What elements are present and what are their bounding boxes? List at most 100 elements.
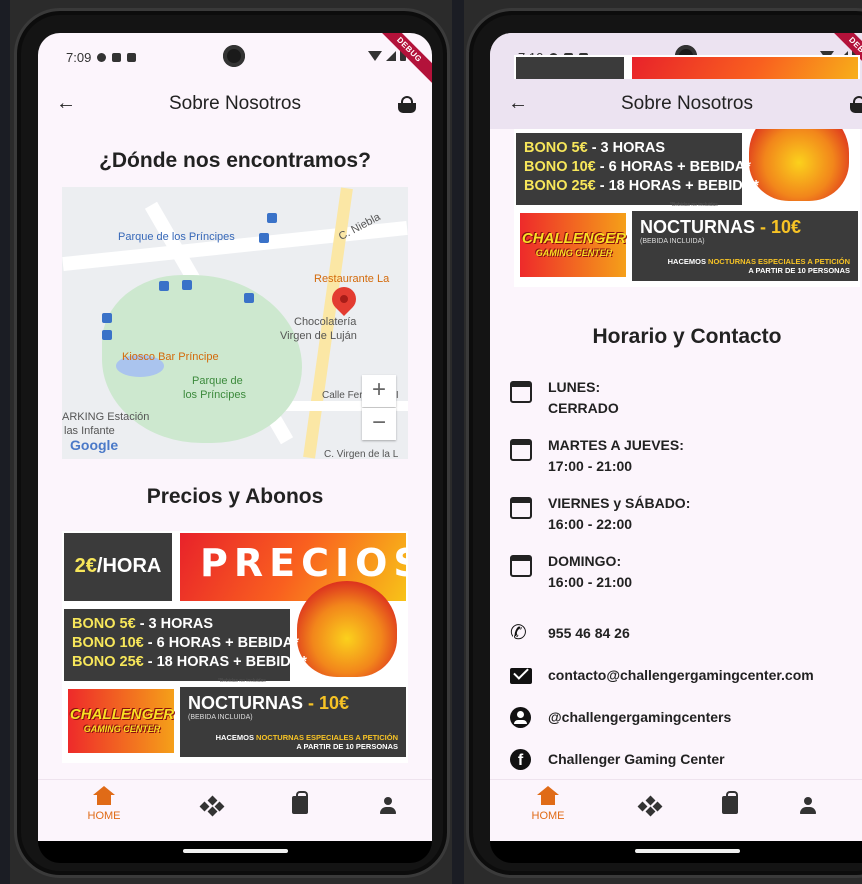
challenger-logo-sub: GAMING CENTER [83,724,161,734]
contact-phone: 955 46 84 26 [548,625,630,641]
schedule-row: MARTES A JUEVES: 17:00 - 21:00 [510,435,862,479]
zoom-in-button[interactable]: + [362,375,396,407]
price-per-hour: 2€/HORA [64,555,172,578]
nav-home[interactable]: HOME [74,786,134,822]
bono-line: BONO 5€ - 3 HORAS [524,139,734,158]
phone-frame-left: 7:09 DEBUG ← Sobre Nosotros ¿Dónde nos e… [14,8,450,878]
contact-phone-row[interactable]: ✆ 955 46 84 26 [510,623,862,647]
calendar-icon [510,555,532,577]
contact-instagram-row[interactable]: @challengergamingcenters [510,707,862,731]
bono-line: BONO 10€ - 6 HORAS + BEBIDA* [524,158,751,177]
map-label-parking: las Infante [64,425,115,437]
transit-icon [244,293,254,303]
schedule-text: LUNES: CERRADO [548,377,619,419]
shield-icon [97,53,107,62]
schedule-hours: 17:00 - 21:00 [548,458,633,474]
nav-shop[interactable] [700,791,760,814]
bono-line: BONO 10€ - 6 HORAS + BEBIDA* [72,634,299,653]
nocturnas-label: NOCTURNAS [640,217,755,237]
bono-name: BONO 5€ [524,140,588,156]
nocturnas-price: - 10€ [303,693,350,713]
schedule-row: LUNES: CERRADO [510,377,862,421]
bono-detail: - 18 HORAS + BEBIDA* [143,654,307,670]
bonos-footnote: *Bebidas no incluidas [670,202,718,208]
nav-games[interactable] [620,792,680,817]
shopping-basket-icon[interactable] [396,96,418,114]
nocturnas-note: HACEMOS NOCTURNAS ESPECIALES A PETICIÓN [188,733,398,742]
nocturnas-note-2: A PARTIR DE 10 PERSONAS [748,266,850,275]
calendar-icon [510,497,532,519]
home-gesture-pill[interactable] [635,849,740,853]
map-label-kiosco: Kiosco Bar Príncipe [122,351,219,363]
person-icon [799,797,817,815]
phone-icon: ✆ [510,622,527,644]
bonos-box: BONO 5€ - 3 HORAS BONO 10€ - 6 HORAS + B… [64,609,307,681]
nav-home[interactable]: HOME [518,786,578,822]
background-gap [452,0,464,884]
transit-icon [267,213,277,223]
schedule-title: Horario y Contacto [592,325,782,348]
challenger-logo-box: CHALLENGER GAMING CENTER [520,213,626,277]
map-label-park: los Príncipes [183,389,246,401]
contact-email-row[interactable]: contacto@challengergamingcenter.com [510,665,862,689]
phoenix-logo-icon [297,581,397,677]
challenger-logo-main: CHALLENGER [69,706,175,723]
nav-profile[interactable] [358,792,418,815]
bono-line: BONO 25€ - 18 HORAS + BEBIDA* [524,177,759,196]
contact-facebook: Challenger Gaming Center [548,751,725,767]
transit-icon [159,281,169,291]
nav-profile[interactable] [778,792,838,815]
app-bar: ← Sobre Nosotros [490,79,862,129]
bono-detail: - 6 HORAS + BEBIDA* [143,635,299,651]
zoom-out-button[interactable]: − [362,408,396,440]
home-gesture-pill[interactable] [183,849,288,853]
bottom-navigation: HOME [38,779,432,841]
nocturnas-box: NOCTURNAS - 10€ (BEBIDA INCLUIDA) HACEMO… [632,211,858,281]
challenger-logo: CHALLENGER GAMING CENTER [66,707,178,737]
nav-shop[interactable] [270,791,330,814]
schedule-text: VIERNES y SÁBADO: 16:00 - 22:00 [548,493,690,535]
schedule-day: DOMINGO: [548,553,622,569]
nocturnas-sub: (BEBIDA INCLUIDA) [640,238,705,245]
price-per-hour-unit: /HORA [96,555,162,577]
bono-detail: - 3 HORAS [135,616,214,632]
gamepad-icon [637,795,663,817]
bonos-footnote: *Bebidas no incluidas [218,678,266,684]
price-per-hour-box: 2€/HORA [64,533,172,601]
nav-home-label: HOME [531,810,565,822]
nocturnas-note-b: NOCTURNAS ESPECIALES A PETICIÓN [708,257,850,266]
nocturnas-title: NOCTURNAS - 10€ [188,693,398,714]
bono-name: BONO 10€ [524,159,596,175]
nav-games[interactable] [182,792,242,817]
status-time-group: 7:09 [66,50,137,65]
location-map[interactable]: Parque de los Príncipes C. Niebla Restau… [62,187,408,459]
map-label-parque: Parque de los Príncipes [118,231,235,243]
page-title: Sobre Nosotros [620,93,753,114]
challenger-logo: CHALLENGER GAMING CENTER [518,231,630,261]
calendar-icon [510,439,532,461]
bono-name: BONO 10€ [72,635,144,651]
contact-facebook-row[interactable]: f Challenger Gaming Center [510,749,862,773]
challenger-logo-box: CHALLENGER GAMING CENTER [68,689,174,753]
transit-icon [182,280,192,290]
wifi-icon [368,50,382,61]
nocturnas-label: NOCTURNAS [188,693,303,713]
transit-icon [102,313,112,323]
page-title: Sobre Nosotros [168,93,301,114]
sd-card-icon [112,53,122,62]
calendar-icon [510,381,532,403]
transit-icon [102,330,112,340]
home-icon [537,786,559,808]
system-nav-bar [38,841,432,863]
contact-instagram: @challengergamingcenters [548,709,732,725]
schedule-row: VIERNES y SÁBADO: 16:00 - 22:00 [510,493,862,537]
challenger-logo-main: CHALLENGER [521,230,627,247]
system-nav-bar [490,841,862,863]
home-icon [93,786,115,808]
bottom-navigation: HOME [490,779,862,841]
map-label-place: Chocolatería [294,316,357,328]
precios-text: PRECIOS [200,541,408,585]
map-label-place: Virgen de Luján [280,330,357,342]
contact-email: contacto@challengergamingcenter.com [548,667,814,683]
shopping-basket-icon[interactable] [848,96,862,114]
